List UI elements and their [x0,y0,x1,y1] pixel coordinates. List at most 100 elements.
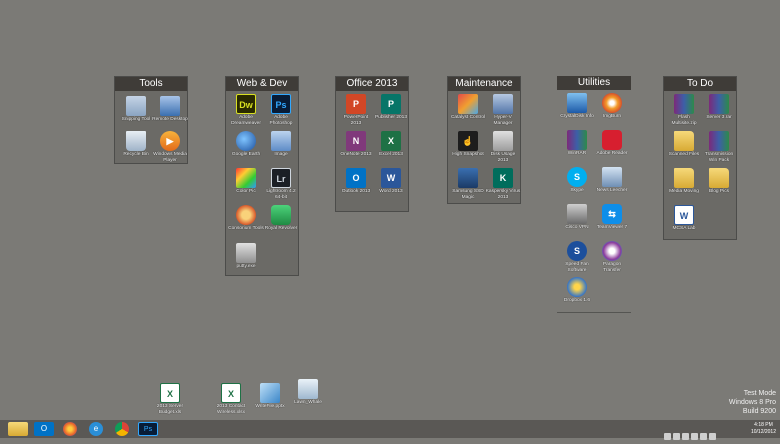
desktop-icon[interactable]: Scanned Files [666,131,702,158]
desktop-icon[interactable]: ▶ Windows Media Player [152,131,188,163]
test-mode-watermark: Test Mode Windows 8 Pro Build 9200 [729,389,776,416]
robot-icon [271,205,291,225]
icon-label: Flash Multisite.zip [671,115,697,126]
desktop-file-lawn[interactable]: Lawn_Whale [290,379,326,406]
desktop-icon[interactable]: Blog Pics [701,168,737,195]
icon-label: Snipping Tool [121,117,151,122]
desktop-icon[interactable]: Transmission Win Pack [701,131,737,163]
desktop-icon[interactable]: Server 3.rar [701,94,737,121]
tray-icon[interactable] [664,433,671,440]
fence-title: Utilities [557,76,631,90]
skype-icon: S [567,167,587,187]
icon-label: Image [274,152,288,157]
hand-icon: ☝ [458,131,478,151]
dreamweaver-icon: Dw [236,94,256,114]
desktop-icon[interactable]: W MCSA Lab [666,205,702,232]
desktop-icon[interactable]: ⇆ TeamViewer 7 [594,204,630,231]
desktop-icon[interactable]: Snipping Tool [118,96,154,123]
desktop-icon[interactable]: Color Pic [228,168,264,195]
desktop-icon[interactable]: Consorium Tools [228,205,264,232]
excel-icon: X [381,131,401,151]
icon-label: Google Earth [231,152,261,157]
desktop-file-server-budget[interactable]: X 2013 Server Budget.xls [152,383,188,415]
icon-label: Disk Usage 2013 [490,152,516,163]
desktop-icon[interactable]: N OneNote 2013 [338,131,374,158]
icon-label: Speed Fan Software [565,262,589,273]
desktop-icon[interactable]: Image [263,131,299,158]
kaspersky-icon: K [493,168,513,188]
desktop-icon[interactable]: Remote Desktop [152,96,188,123]
desktop-icon[interactable]: Flash Multisite.zip [666,94,702,126]
desktop-icon[interactable]: Disk Usage 2013 [485,131,521,163]
tray-icon[interactable] [709,433,716,440]
desktop-icon[interactable]: Cisco VPN [559,204,595,231]
desktop-icon[interactable]: Media Moving [666,168,702,195]
desktop-icon[interactable]: News Leecher [594,167,630,194]
desktop-icon[interactable]: O Outlook 2013 [338,168,374,195]
clock-date: 10/12/2012 [750,429,776,435]
desktop-icon[interactable]: ImgBurn [594,93,630,120]
desktop-icon[interactable]: S Speed Fan Software [559,241,595,273]
fence-maintenance[interactable]: Maintenance Catalyst Control Hyper-V Man… [447,76,521,204]
icon-label: Excel 2013 [379,152,403,157]
desktop-icon[interactable]: ☝ High Snapshot [450,131,486,158]
desktop-icon[interactable]: W Word 2013 [373,168,409,195]
desktop-icon[interactable]: Royal Revolver [263,205,299,232]
scissors-icon [126,96,146,116]
outlook-icon: O [346,168,366,188]
icon-label: WinRAR [567,151,587,156]
desktop-icon[interactable]: K Kaspersky Virus 2013 [485,168,521,200]
taskbar-clock[interactable]: 4:18 PM 10/12/2012 [751,422,776,436]
taskbar-internet-explorer-icon[interactable]: e [89,422,103,436]
icon-label: Transmission Win Pack [704,152,734,163]
lightroom-icon: Lr [271,168,291,188]
taskbar-firefox-icon[interactable] [63,422,77,436]
icon-label: Skype [570,188,584,193]
tray-icon[interactable] [673,433,680,440]
lawn-icon [298,379,318,399]
desktop-icon[interactable]: P PowerPoint 2013 [338,94,374,126]
tray-icon[interactable] [700,433,707,440]
desktop-icon[interactable]: putty.exe [228,243,264,270]
desktop-icon[interactable]: Lr Lightroom 4.2 64-bit [263,168,299,200]
desktop-icon[interactable]: X Excel 2013 [373,131,409,158]
fence-web-dev[interactable]: Web & Dev Dw Adobe Dreamweaver Ps Adobe … [225,76,299,276]
watermark-line: Build 9200 [742,408,776,415]
taskbar-outlook-icon[interactable]: O [34,422,54,436]
tray-icon[interactable] [691,433,698,440]
desktop-icon[interactable]: Ps Adobe Photoshop [263,94,299,126]
desktop-icon[interactable]: CrystalDisk Info [559,93,595,120]
crystaldisk-icon [567,93,587,113]
desktop-icon[interactable]: Samsung SSD Magic [450,168,486,200]
icon-label: TeamViewer 7 [596,225,628,230]
tray-icon[interactable] [682,433,689,440]
desktop-icon[interactable]: WinRAR [559,130,595,157]
fence-tools[interactable]: Tools Snipping Tool Remote Desktop Recyc… [114,76,188,164]
teamviewer-icon: ⇆ [602,204,622,224]
desktop-icon[interactable]: S Skype [559,167,595,194]
desktop-icon[interactable]: P Publisher 2013 [373,94,409,121]
desktop-icon[interactable]: Adobe Reader [594,130,630,157]
fence-utilities[interactable]: Utilities CrystalDisk Info ImgBurn WinRA… [557,76,631,313]
desktop-icon[interactable]: Google Earth [228,131,264,158]
icon-label: Lightroom 4.2 64-bit [266,189,296,200]
desktop-icon[interactable]: Catalyst Control [450,94,486,121]
desktop-icon[interactable]: Paragon Transfer [594,241,630,273]
desktop-icon[interactable]: Dropbox 1.6 [559,277,595,304]
winrar-archive-icon [709,131,729,151]
icon-label: Media Moving [669,189,699,194]
desktop-file-contact-wireless[interactable]: X 2013 Contact Wireless.xlsx [213,383,249,415]
desktop-icon[interactable]: Hyper-V Manager [485,94,521,126]
desktop-icon[interactable]: Dw Adobe Dreamweaver [228,94,264,126]
publisher-icon: P [381,94,401,114]
icon-label: Dropbox 1.6 [563,298,591,303]
system-tray[interactable] [664,425,734,440]
fence-office-2013[interactable]: Office 2013 P PowerPoint 2013 P Publishe… [335,76,409,212]
taskbar-chrome-icon[interactable] [115,422,129,436]
desktop-icon[interactable]: Recycle Bin [118,131,154,158]
taskbar-photoshop-icon[interactable]: Ps [138,422,158,436]
fence-to-do[interactable]: To Do Flash Multisite.zip Server 3.rar S… [663,76,737,240]
desktop-file-writefile[interactable]: WriteFile.pptx [252,383,288,410]
taskbar-file-explorer-icon[interactable] [8,422,28,436]
paragon-icon [602,241,622,261]
